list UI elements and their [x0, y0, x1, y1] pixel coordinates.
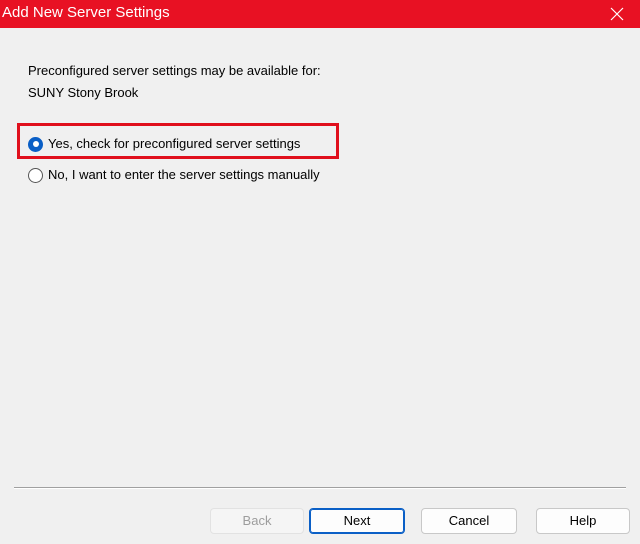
button-divider: [14, 487, 626, 489]
add-server-settings-dialog: Add New Server Settings Preconfigured se…: [0, 0, 640, 544]
window-title: Add New Server Settings: [2, 4, 170, 21]
next-button[interactable]: Next: [309, 508, 405, 534]
back-button[interactable]: Back: [210, 508, 304, 534]
description-text: Preconfigured server settings may be ava…: [28, 63, 321, 78]
cancel-button[interactable]: Cancel: [421, 508, 517, 534]
radio-checked-icon[interactable]: [28, 136, 43, 152]
radio-option-yes-label[interactable]: Yes, check for preconfigured server sett…: [48, 136, 300, 152]
radio-option-yes[interactable]: Yes, check for preconfigured server sett…: [28, 135, 300, 153]
radio-option-no-label[interactable]: No, I want to enter the server settings …: [48, 167, 320, 183]
close-icon: [610, 7, 624, 21]
help-button[interactable]: Help: [536, 508, 630, 534]
close-button[interactable]: [594, 0, 640, 28]
title-bar: Add New Server Settings: [0, 0, 640, 28]
radio-unchecked-icon[interactable]: [28, 167, 43, 183]
organization-name: SUNY Stony Brook: [28, 85, 139, 100]
radio-option-no[interactable]: No, I want to enter the server settings …: [28, 166, 320, 184]
